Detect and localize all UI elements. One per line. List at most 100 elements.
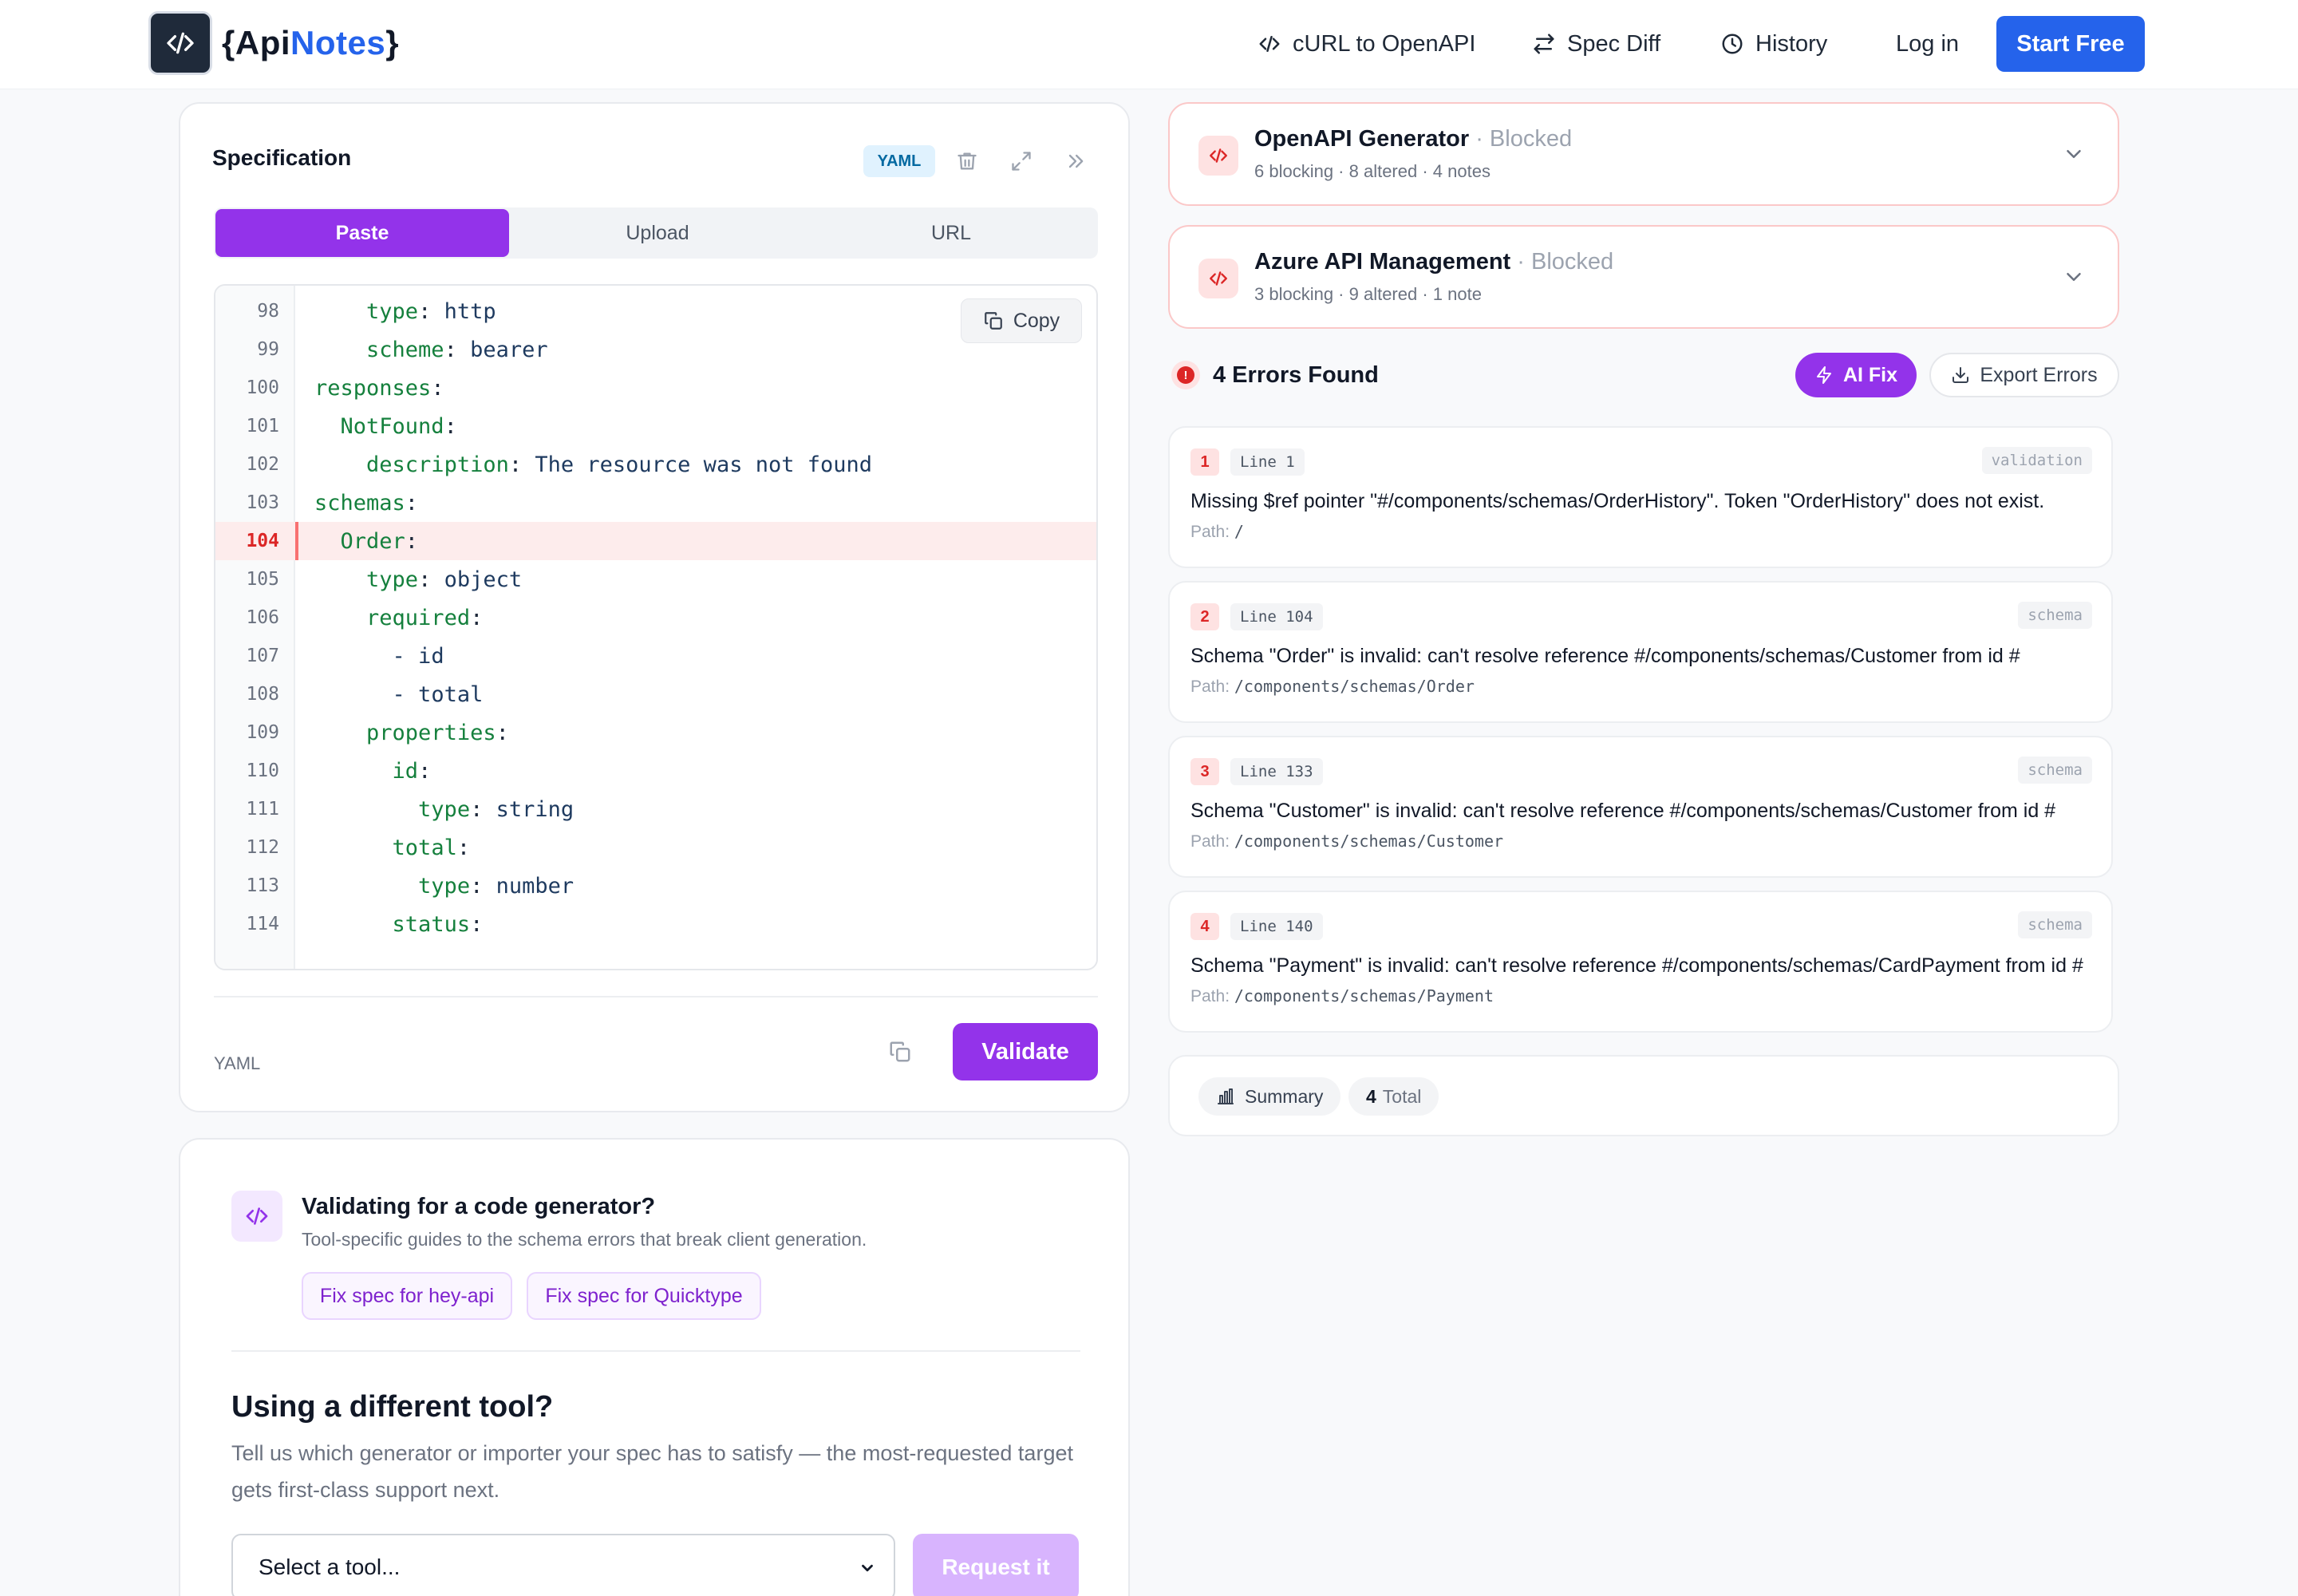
- error-alert-icon: !: [1171, 361, 1200, 389]
- error-number: 2: [1190, 603, 1219, 630]
- nav-spec-diff[interactable]: Spec Diff: [1532, 16, 1660, 72]
- code-text: required:: [366, 605, 484, 630]
- code-line[interactable]: 105 type: object: [215, 560, 1096, 598]
- card-title: Specification: [212, 145, 352, 170]
- code-line[interactable]: 108 - total: [215, 675, 1096, 713]
- error-line-badge[interactable]: Line 1: [1230, 448, 1305, 476]
- code-text: status:: [392, 911, 484, 937]
- generator-azure[interactable]: Azure API Management · Blocked 3 blockin…: [1168, 225, 2119, 329]
- tab-paste[interactable]: Paste: [215, 209, 509, 257]
- error-line-badge[interactable]: Line 133: [1230, 758, 1323, 785]
- code-line[interactable]: 114 status:: [215, 905, 1096, 943]
- error-type-badge: validation: [1981, 447, 2092, 474]
- error-path: Path: /components/schemas/Payment: [1190, 986, 1494, 1005]
- summary-toggle[interactable]: Summary: [1198, 1077, 1341, 1116]
- code-line[interactable]: 101 NotFound:: [215, 407, 1096, 445]
- code-text: responses:: [314, 375, 444, 401]
- error-path: Path: /components/schemas/Order: [1190, 677, 1475, 696]
- request-button[interactable]: Request it: [913, 1534, 1079, 1596]
- code-text: type: object: [366, 567, 523, 592]
- nav-curl-to-openapi[interactable]: cURL to OpenAPI: [1258, 16, 1475, 72]
- line-number: 103: [246, 492, 279, 513]
- export-label: Export Errors: [1980, 363, 2098, 386]
- code-line[interactable]: 107 - id: [215, 637, 1096, 675]
- line-number: 114: [246, 914, 279, 934]
- fix-heyapi-link[interactable]: Fix spec for hey-api: [302, 1272, 512, 1320]
- code-text: properties:: [366, 720, 509, 745]
- line-number: 105: [246, 569, 279, 590]
- line-number: 102: [246, 454, 279, 475]
- error-item[interactable]: 2 Line 104 schema Schema "Order" is inva…: [1168, 581, 2113, 723]
- export-errors-button[interactable]: Export Errors: [1929, 353, 2119, 397]
- line-number: 108: [246, 684, 279, 705]
- validate-button[interactable]: Validate: [953, 1023, 1098, 1080]
- code-text: Order:: [340, 528, 419, 554]
- copy-label: Copy: [1013, 309, 1060, 332]
- error-item[interactable]: 4 Line 140 schema Schema "Payment" is in…: [1168, 891, 2113, 1033]
- code-line[interactable]: 113 type: number: [215, 867, 1096, 905]
- generator-meta: 3 blocking · 9 altered · 1 note: [1254, 284, 1482, 304]
- nav-login[interactable]: Log in: [1896, 16, 1959, 72]
- format-label: YAML: [214, 1053, 261, 1073]
- generator-status: · Blocked: [1475, 126, 1573, 152]
- code-icon: [1259, 36, 1280, 52]
- download-icon: [1953, 367, 1969, 383]
- error-message: Schema "Customer" is invalid: can't reso…: [1190, 800, 2056, 822]
- line-number: 100: [246, 377, 279, 398]
- tab-url[interactable]: URL: [804, 207, 1098, 259]
- error-item[interactable]: 3 Line 133 schema Schema "Customer" is i…: [1168, 736, 2113, 878]
- request-description: Tell us which generator or importer your…: [231, 1441, 1073, 1502]
- copy-button[interactable]: Copy: [961, 298, 1082, 343]
- ai-fix-label: AI Fix: [1842, 363, 1898, 386]
- line-number: 112: [246, 837, 279, 858]
- code-line[interactable]: 100 responses:: [215, 369, 1096, 407]
- error-type-badge: schema: [2018, 911, 2092, 938]
- code-editor[interactable]: 98 type: http 99 scheme: bearer 100 respons…: [214, 284, 1098, 970]
- line-number: 109: [246, 722, 279, 743]
- error-line-badge[interactable]: Line 140: [1230, 913, 1323, 940]
- nav-label: Log in: [1896, 30, 1960, 57]
- code-line[interactable]: 111 type: string: [215, 790, 1096, 828]
- error-line-badge[interactable]: Line 104: [1230, 603, 1323, 630]
- code-text: schemas:: [314, 490, 419, 516]
- code-line[interactable]: 104 Order:: [215, 522, 1096, 560]
- collapse-panel-icon[interactable]: [1058, 144, 1093, 179]
- line-number: 111: [246, 799, 279, 820]
- tab-upload[interactable]: Upload: [511, 207, 804, 259]
- code-line[interactable]: 106 required:: [215, 598, 1096, 637]
- error-number: 3: [1190, 758, 1219, 785]
- code-line[interactable]: 102 description: The resource was not fo…: [215, 445, 1096, 484]
- generator-status: · Blocked: [1517, 249, 1614, 275]
- code-text: type: string: [418, 796, 574, 822]
- tool-select[interactable]: Select a tool...: [231, 1534, 895, 1596]
- nav-history[interactable]: History: [1720, 16, 1827, 72]
- select-value: Select a tool...: [259, 1555, 401, 1579]
- trash-icon[interactable]: [950, 144, 985, 179]
- duplicate-icon[interactable]: [882, 1034, 918, 1069]
- clock-icon: [1722, 34, 1743, 54]
- logo[interactable]: {ApiNotes}: [148, 11, 399, 75]
- ai-fix-button[interactable]: AI Fix: [1795, 353, 1917, 397]
- generator-guide-card: Validating for a code generator? Tool-sp…: [179, 1138, 1130, 1596]
- code-line[interactable]: 109 properties:: [215, 713, 1096, 752]
- start-free-button[interactable]: Start Free: [1996, 16, 2145, 72]
- code-line[interactable]: 112 total:: [215, 828, 1096, 867]
- line-number: 101: [246, 416, 279, 437]
- error-type-badge: schema: [2018, 602, 2092, 629]
- guide-subtitle: Tool-specific guides to the schema error…: [302, 1229, 867, 1250]
- chevron-down-icon: [2067, 273, 2081, 281]
- request-title: Using a different tool?: [231, 1390, 554, 1424]
- code-line[interactable]: 103 schemas:: [215, 484, 1096, 522]
- total-badge: 4 Total: [1348, 1077, 1439, 1116]
- expand-icon[interactable]: [1004, 144, 1039, 179]
- code-line[interactable]: 110 id:: [215, 752, 1096, 790]
- guide-title: Validating for a code generator?: [302, 1194, 656, 1219]
- code-text: NotFound:: [340, 413, 457, 439]
- chevron-down-icon: [2067, 150, 2081, 158]
- error-item[interactable]: 1 Line 1 validation Missing $ref pointer…: [1168, 426, 2113, 568]
- generator-openapi[interactable]: OpenAPI Generator · Blocked 6 blocking ·…: [1168, 102, 2119, 206]
- code-text: id:: [392, 758, 432, 784]
- generator-name: Azure API Management · Blocked: [1254, 249, 1614, 275]
- fix-quicktype-link[interactable]: Fix spec for Quicktype: [527, 1272, 761, 1320]
- code-icon: [231, 1191, 282, 1242]
